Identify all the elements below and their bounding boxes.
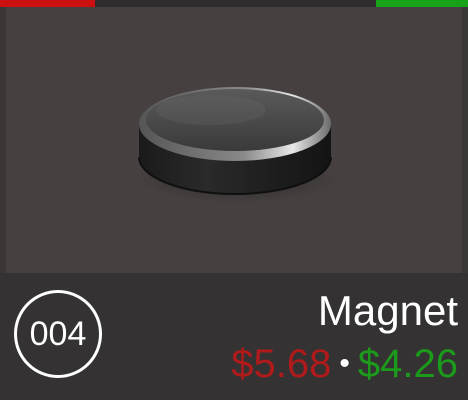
sell-price: $4.26 — [357, 342, 458, 386]
item-card[interactable]: 004 Magnet $5.68 • $4.26 — [0, 0, 468, 400]
buy-indicator — [0, 0, 95, 7]
item-name: Magnet — [317, 287, 458, 334]
sell-indicator — [376, 0, 468, 7]
status-bar — [0, 0, 468, 7]
magnet-disc-icon — [138, 87, 338, 203]
item-footer: 004 Magnet $5.68 • $4.26 — [0, 273, 468, 400]
item-number-badge: 004 — [14, 290, 102, 378]
item-image — [6, 7, 462, 273]
item-prices: $5.68 • $4.26 — [231, 341, 458, 391]
price-separator: • — [339, 347, 350, 380]
buy-price: $5.68 — [231, 342, 332, 386]
